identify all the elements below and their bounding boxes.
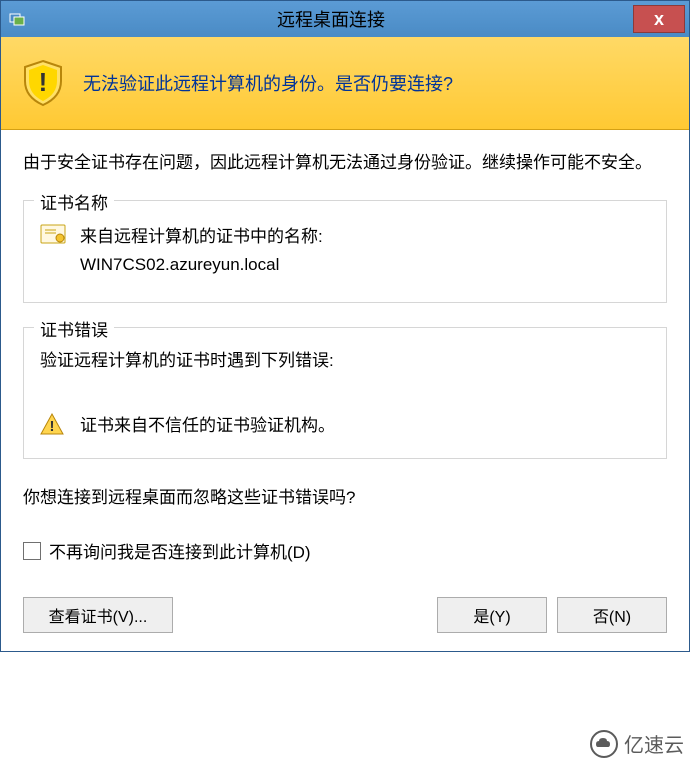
yes-button[interactable]: 是(Y) [437, 597, 547, 633]
rdp-icon [9, 11, 25, 27]
dont-ask-row: 不再询问我是否连接到此计算机(D) [23, 538, 667, 563]
titlebar: 远程桌面连接 x [1, 1, 689, 37]
warning-banner: ! 无法验证此远程计算机的身份。是否仍要连接? [1, 37, 689, 130]
warning-heading: 无法验证此远程计算机的身份。是否仍要连接? [83, 70, 453, 96]
cert-error-message: 证书来自不信任的证书验证机构。 [80, 411, 335, 436]
dialog-content: 由于安全证书存在问题，因此远程计算机无法通过身份验证。继续操作可能不安全。 证书… [1, 130, 689, 651]
cloud-icon [590, 730, 618, 758]
svg-text:!: ! [50, 418, 55, 435]
watermark-text: 亿速云 [624, 729, 684, 758]
cert-error-legend: 证书错误 [34, 316, 114, 341]
intro-text: 由于安全证书存在问题，因此远程计算机无法通过身份验证。继续操作可能不安全。 [23, 150, 667, 176]
question-text: 你想连接到远程桌面而忽略这些证书错误吗? [23, 483, 667, 508]
no-button[interactable]: 否(N) [557, 597, 667, 633]
cert-name-legend: 证书名称 [34, 189, 114, 214]
cert-error-intro: 验证远程计算机的证书时遇到下列错误: [40, 346, 650, 371]
cert-name-group: 证书名称 来自远程计算机的证书中的名称: WIN7CS02.azureyun.l… [23, 200, 667, 304]
view-certificate-button[interactable]: 查看证书(V)... [23, 597, 173, 633]
close-button[interactable]: x [633, 5, 685, 33]
dont-ask-label[interactable]: 不再询问我是否连接到此计算机(D) [49, 538, 311, 563]
shield-warning-icon: ! [21, 59, 65, 107]
dialog-window: 远程桌面连接 x ! 无法验证此远程计算机的身份。是否仍要连接? 由于安全证书存… [0, 0, 690, 652]
certificate-icon [40, 223, 66, 245]
cert-name-label: 来自远程计算机的证书中的名称: [80, 223, 323, 252]
window-title: 远程桌面连接 [29, 6, 633, 32]
watermark: 亿速云 [590, 729, 684, 758]
cert-name-value: WIN7CS02.azureyun.local [80, 251, 323, 280]
dont-ask-checkbox[interactable] [23, 542, 41, 560]
button-row: 查看证书(V)... 是(Y) 否(N) [23, 597, 667, 633]
cert-name-text: 来自远程计算机的证书中的名称: WIN7CS02.azureyun.local [80, 223, 323, 281]
svg-text:!: ! [39, 67, 48, 97]
warning-triangle-icon: ! [40, 413, 64, 435]
cert-error-group: 证书错误 验证远程计算机的证书时遇到下列错误: ! 证书来自不信任的证书验证机构… [23, 327, 667, 459]
